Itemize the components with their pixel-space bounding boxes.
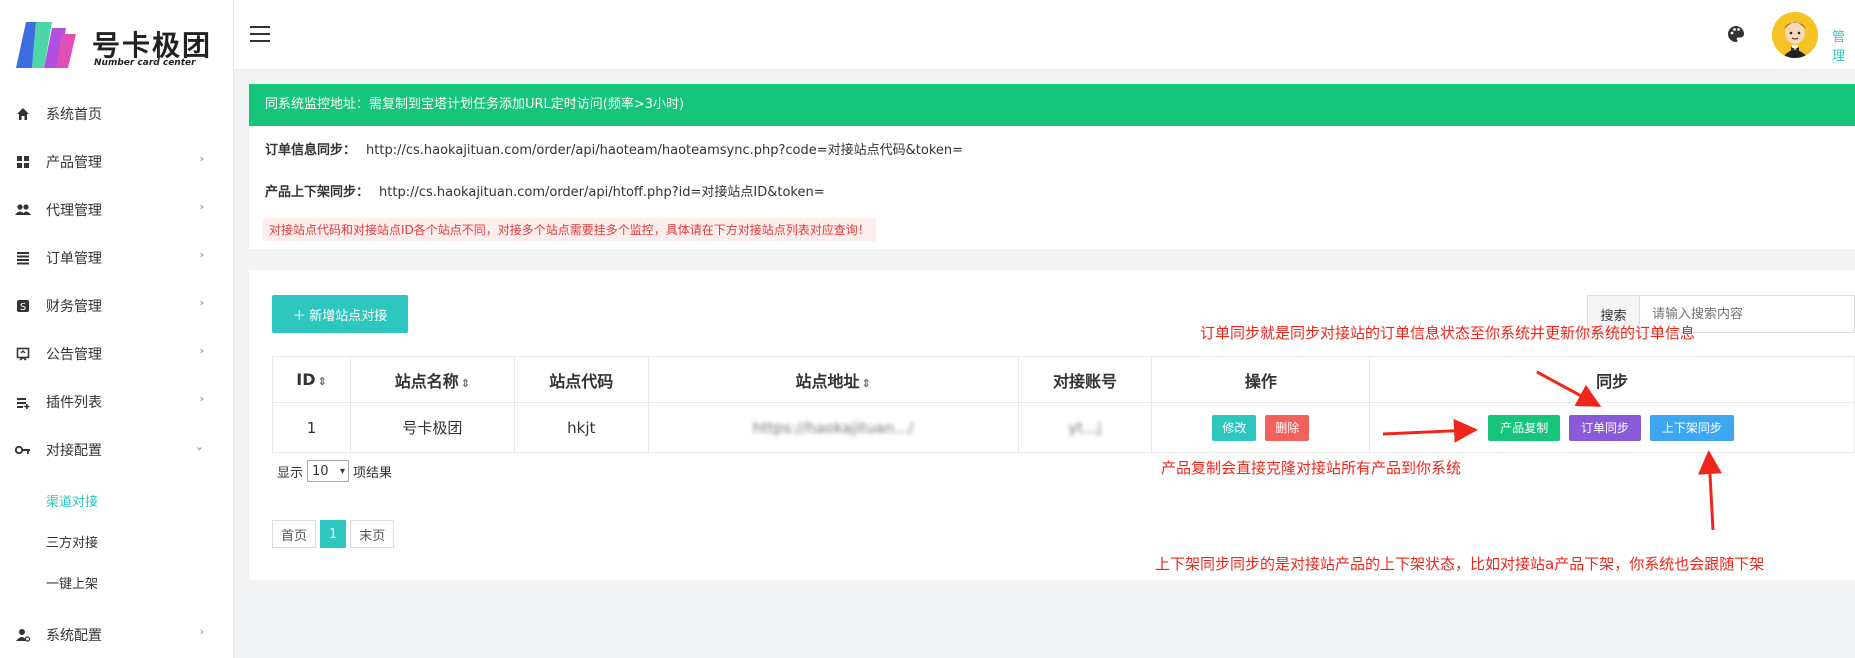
column-header-code: 站点代码 [513,356,649,403]
logo[interactable]: 号卡极团 Number card center [12,18,222,78]
sidebar-item-label: 产品管理 [46,155,102,171]
home-icon [14,105,32,123]
sidebar-item-label: 财务管理 [46,299,102,315]
annotation-order-sync: 订单同步就是同步对接站的订单信息状态至你系统并更新你系统的订单信息 [1200,324,1696,342]
column-header-url[interactable]: 站点地址 ⇕ [647,356,1019,403]
sidebar-nav: 系统首页 产品管理 › 代理管理 › 订单管理 › S 财务管理 › 公告管理 … [0,90,234,658]
sidebar-item-plugins[interactable]: 插件列表 › [0,378,234,426]
user-settings-icon [14,626,32,644]
avatar[interactable] [1772,12,1818,58]
cell-url: https://haokajituan.../ [647,402,1019,453]
sidebar-item-label: 公告管理 [46,347,102,363]
grid-icon [14,153,32,171]
column-header-actions: 操作 [1151,356,1371,403]
page-size-control: 显示 10 ▾ 项结果 [277,460,392,482]
current-page-button[interactable]: 1 [320,520,347,548]
announcement-icon [14,345,32,363]
column-header-name[interactable]: 站点名称 ⇕ [349,356,515,403]
integration-submenu: 渠道对接 三方对接 一键上架 [0,480,234,603]
sidebar-item-home[interactable]: 系统首页 [0,90,234,138]
edit-button[interactable]: 修改 [1212,414,1257,441]
chevron-down-icon: ⌄ [194,440,204,453]
plugin-icon [14,393,32,411]
submenu-third-party-integration[interactable]: 三方对接 [0,521,234,562]
result-label: 项结果 [353,465,393,481]
dollar-icon: S [14,297,32,315]
palette-icon[interactable] [1726,24,1746,44]
product-sync-row: 产品上下架同步： http://cs.haokajituan.com/order/… [265,181,825,200]
sidebar-item-integration[interactable]: 对接配置 ⌄ [0,426,234,474]
order-sync-row: 订单信息同步： http://cs.haokajituan.com/order/a… [265,139,963,158]
list-icon [14,249,32,267]
sidebar-item-label: 系统首页 [46,107,102,123]
column-header-sync: 同步 [1369,356,1855,403]
delete-button[interactable]: 删除 [1265,414,1310,441]
shelf-sync-button[interactable]: 上下架同步 [1649,414,1734,441]
cell-account: yt...j [1017,402,1153,453]
menu-toggle-icon[interactable] [250,26,270,42]
annotation-product-copy: 产品复制会直接克隆对接站所有产品到你系统 [1161,459,1462,477]
sidebar-item-products[interactable]: 产品管理 › [0,138,234,186]
sidebar-item-label: 代理管理 [46,203,102,219]
order-sync-url: http://cs.haokajituan.com/order/api/haot… [366,143,964,158]
chevron-right-icon: › [199,296,204,309]
sidebar-item-orders[interactable]: 订单管理 › [0,234,234,282]
cell-code: hkjt [513,402,649,453]
cell-account-text: yt...j [1068,418,1102,437]
column-header-account: 对接账号 [1017,356,1153,403]
add-site-button[interactable]: ＋ 新增站点对接 [272,295,408,333]
order-sync-label: 订单信息同步： [265,143,357,158]
product-sync-url: http://cs.haokajituan.com/order/api/htof… [379,185,825,200]
logo-icon [16,22,76,68]
chevron-right-icon: › [199,344,204,357]
cell-sync: 产品复制 订单同步 上下架同步 [1369,402,1855,453]
page-size-select[interactable]: 10 ▾ [307,460,350,482]
monitor-banner: 同系统监控地址：需复制到宝塔计划任务添加URL定时访问(频率>3小时) [249,84,1855,126]
last-page-button[interactable]: 末页 [350,520,395,548]
product-copy-button[interactable]: 产品复制 [1488,414,1561,441]
svg-text:S: S [20,302,26,313]
pagination: 首页 1 末页 [272,520,398,548]
product-sync-label: 产品上下架同步： [265,185,370,200]
column-header-id[interactable]: ID ⇕ [272,356,351,403]
sidebar: 号卡极团 Number card center 系统首页 产品管理 › 代理管理… [0,0,234,658]
chevron-right-icon: › [199,248,204,261]
table-header-row: ID ⇕ 站点名称 ⇕ 站点代码 站点地址 ⇕ 对接账号 操作 同步 [272,356,1855,403]
chevron-right-icon: › [199,152,204,165]
users-icon [14,201,32,219]
first-page-button[interactable]: 首页 [272,520,317,548]
brand-subtitle: Number card center [94,58,196,68]
cell-id: 1 [272,402,351,453]
sidebar-item-announcements[interactable]: 公告管理 › [0,330,234,378]
cell-name: 号卡极团 [349,402,515,453]
sidebar-item-label: 订单管理 [46,251,102,267]
monitor-panel: 同系统监控地址：需复制到宝塔计划任务添加URL定时访问(频率>3小时) 订单信息… [249,84,1855,249]
sidebar-item-label: 系统配置 [46,628,102,644]
cell-actions: 修改 删除 [1151,402,1371,453]
sidebar-item-label: 插件列表 [46,395,102,411]
sidebar-item-agents[interactable]: 代理管理 › [0,186,234,234]
site-list-panel: ＋ 新增站点对接 搜索 ID⇕ 站点名称⇕ 站点代码 站点地址⇕ 对接账号 操作… [249,270,1855,580]
chevron-right-icon: › [199,625,204,638]
key-icon [14,441,32,459]
annotation-shelf-sync: 上下架同步同步的是对接站产品的上下架状态，比如对接站a产品下架，你系统也会跟随下… [1155,555,1765,573]
submenu-channel-integration[interactable]: 渠道对接 [0,480,234,521]
chevron-down-icon: ▾ [339,465,346,477]
sidebar-item-system-settings[interactable]: 系统配置 › [0,611,234,658]
sidebar-item-label: 对接配置 [46,443,102,459]
user-name[interactable]: 管理 [1832,26,1855,64]
monitor-warning: 对接站点代码和对接站点ID各个站点不同，对接多个站点需要挂多个监控，具体请在下方… [263,218,876,241]
table-row: 1 号卡极团 hkjt https://haokajituan.../ yt..… [272,402,1855,453]
submenu-one-click-listing[interactable]: 一键上架 [0,562,234,603]
chevron-right-icon: › [199,200,204,213]
top-header: 管理 [234,0,1855,70]
cell-url-text: https://haokajituan.../ [752,418,914,437]
show-label: 显示 [277,465,304,481]
site-table: ID ⇕ 站点名称 ⇕ 站点代码 站点地址 ⇕ 对接账号 操作 同步 1 号卡极团 h… [272,356,1855,453]
order-sync-button[interactable]: 订单同步 [1569,414,1642,441]
chevron-right-icon: › [199,392,204,405]
sidebar-item-finance[interactable]: S 财务管理 › [0,282,234,330]
